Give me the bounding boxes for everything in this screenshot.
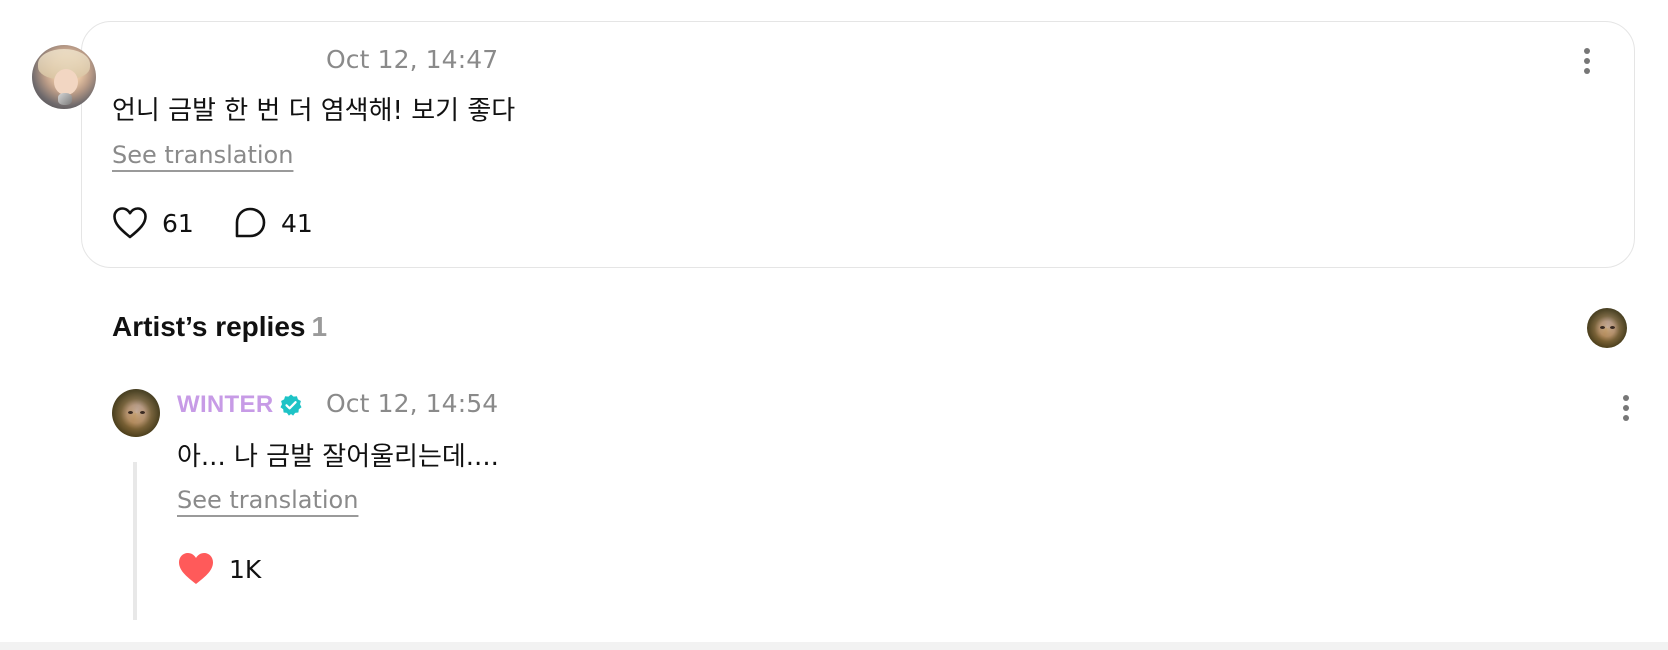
fan-like-button[interactable]: 61 bbox=[112, 206, 194, 240]
artist-replies-heading: Artist’s replies 1 bbox=[112, 311, 327, 343]
fan-reply-count: 41 bbox=[281, 208, 313, 238]
artist-like-count: 1K bbox=[229, 554, 262, 584]
fan-like-count: 61 bbox=[162, 208, 194, 238]
heart-outline-icon bbox=[113, 207, 147, 239]
artist-reply-text: 아... 나 금발 잘어울리는데.... bbox=[177, 442, 499, 472]
avatar-accessory bbox=[58, 93, 72, 105]
fan-see-translation-link[interactable]: See translation bbox=[112, 141, 293, 169]
artist-see-translation-link[interactable]: See translation bbox=[177, 486, 358, 514]
avatar-face bbox=[54, 69, 78, 95]
vertical-dots-icon-dot bbox=[1623, 415, 1629, 421]
fan-comment-timestamp: Oct 12, 14:47 bbox=[326, 45, 499, 74]
fan-comment-more-button[interactable] bbox=[1575, 43, 1599, 79]
artist-name-row[interactable]: WINTER bbox=[177, 391, 303, 419]
fan-avatar[interactable] bbox=[32, 45, 96, 109]
artist-name[interactable]: WINTER bbox=[177, 391, 273, 419]
fan-author-name[interactable] bbox=[112, 47, 312, 75]
artist-replies-count: 1 bbox=[311, 311, 328, 342]
artist-like-button[interactable]: 1K bbox=[177, 551, 261, 587]
vertical-dots-icon-dot bbox=[1584, 58, 1590, 64]
avatar-hair bbox=[1587, 308, 1627, 348]
artist-reply-more-button[interactable] bbox=[1614, 390, 1638, 426]
reply-thread-line bbox=[133, 462, 137, 620]
fan-reply-button[interactable]: 41 bbox=[233, 206, 313, 240]
avatar-eye bbox=[128, 411, 133, 414]
vertical-dots-icon-dot bbox=[1584, 68, 1590, 74]
avatar-eye bbox=[1600, 326, 1605, 329]
artist-avatar[interactable] bbox=[112, 389, 160, 437]
verified-badge-icon bbox=[280, 394, 302, 416]
fan-comment-text: 언니 금발 한 번 더 염색해! 보기 좋다 bbox=[112, 96, 516, 126]
bottom-divider bbox=[0, 642, 1668, 650]
vertical-dots-icon-dot bbox=[1623, 405, 1629, 411]
avatar-eye bbox=[140, 411, 145, 414]
vertical-dots-icon bbox=[1584, 48, 1590, 54]
artist-replies-title: Artist’s replies bbox=[112, 311, 306, 342]
avatar-hair bbox=[112, 389, 160, 437]
speech-bubble-icon bbox=[235, 207, 266, 238]
avatar-eye bbox=[1610, 326, 1615, 329]
heart-filled-icon bbox=[179, 553, 213, 584]
artist-reply-timestamp: Oct 12, 14:54 bbox=[326, 389, 499, 418]
artist-avatar-small[interactable] bbox=[1587, 308, 1627, 348]
fan-comment-card bbox=[81, 21, 1635, 268]
vertical-dots-icon bbox=[1623, 395, 1629, 401]
